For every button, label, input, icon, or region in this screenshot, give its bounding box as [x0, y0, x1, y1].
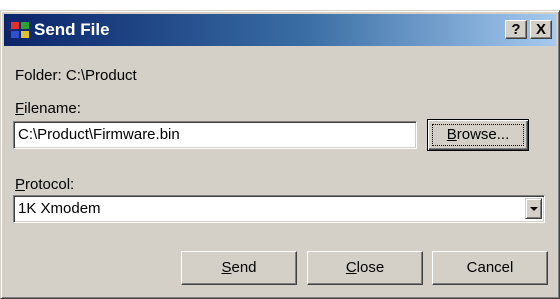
protocol-label-accel: P [15, 176, 26, 193]
protocol-label: Protocol: [15, 176, 74, 193]
protocol-select[interactable]: 1K Xmodem [13, 195, 545, 223]
filename-label-accel: F [15, 100, 25, 117]
title-bar[interactable]: Send File ? X [4, 14, 556, 46]
close-label: lose [356, 259, 385, 276]
help-button[interactable]: ? [505, 20, 527, 39]
folder-label-text: Folder: [15, 67, 62, 84]
dialog-title: Send File [34, 20, 110, 39]
filename-label-rest: ilename: [24, 100, 81, 117]
send-accel: S [221, 259, 232, 276]
close-window-button[interactable]: X [530, 20, 552, 39]
protocol-label-rest: rotocol: [25, 176, 75, 193]
filename-input[interactable]: C:\Product\Firmware.bin [13, 121, 417, 149]
close-button[interactable]: Close [307, 251, 423, 285]
close-accel: C [345, 259, 357, 276]
send-button[interactable]: Send [181, 251, 297, 285]
focus-rect [432, 124, 524, 146]
protocol-selected-value: 1K Xmodem [18, 200, 101, 217]
folder-label: Folder: C:\Product [15, 67, 137, 84]
filename-label: Filename: [15, 100, 81, 117]
folder-value: C:\Product [65, 67, 137, 84]
send-label: end [231, 259, 257, 276]
chevron-down-icon [530, 207, 538, 211]
cancel-button[interactable]: Cancel [432, 251, 548, 285]
app-icon [11, 22, 29, 38]
send-file-dialog: Send File ? X Folder: C:\Product Filenam… [0, 10, 560, 299]
browse-button[interactable]: Browse... [427, 119, 529, 151]
dropdown-button[interactable] [525, 198, 542, 219]
